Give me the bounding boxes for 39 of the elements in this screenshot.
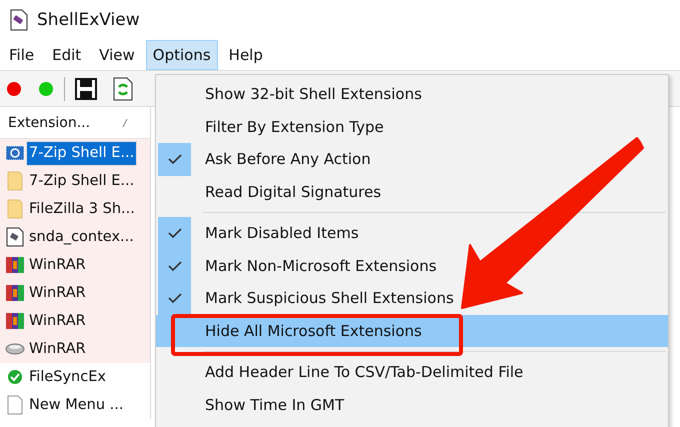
checkmark-icon bbox=[168, 292, 182, 304]
books-icon bbox=[5, 311, 25, 331]
menu-option[interactable]: Mark Suspicious Shell Extensions bbox=[156, 282, 668, 314]
sort-icon bbox=[122, 118, 128, 126]
books-icon bbox=[5, 283, 25, 303]
menu-option[interactable]: Read Digital Signatures bbox=[156, 176, 668, 208]
app-icon bbox=[10, 9, 28, 31]
component-icon bbox=[5, 143, 25, 163]
menu-item[interactable]: Edit bbox=[45, 40, 88, 70]
menu-option[interactable]: Ask Before Any Action bbox=[156, 143, 668, 176]
list-item[interactable]: New Menu ... bbox=[27, 394, 126, 416]
menu-item[interactable]: View bbox=[92, 40, 142, 70]
menu-item[interactable]: Options bbox=[146, 40, 218, 70]
stop-icon[interactable] bbox=[6, 80, 22, 96]
document-icon bbox=[5, 227, 25, 247]
file-icon bbox=[5, 171, 25, 191]
list-item[interactable]: FileSyncEx bbox=[27, 366, 108, 388]
file-icon bbox=[5, 199, 25, 219]
start-icon[interactable] bbox=[38, 80, 54, 96]
menu-option[interactable]: Show 32-bit Shell Extensions bbox=[156, 78, 668, 110]
menu-option[interactable]: Mark Non-Microsoft Extensions bbox=[156, 250, 668, 282]
menu-option[interactable]: Show Time In GMT bbox=[156, 388, 668, 421]
window-title: ShellExView bbox=[37, 10, 140, 30]
checkmark-icon bbox=[168, 227, 182, 240]
menu-option[interactable]: Mark Disabled Items bbox=[156, 217, 668, 250]
menu-option[interactable]: Filter By Extension Type bbox=[156, 110, 668, 143]
save-icon[interactable] bbox=[75, 78, 97, 100]
list-item[interactable]: 7-Zip Shell E... bbox=[27, 142, 136, 164]
menu-option[interactable]: Hide All Microsoft Extensions bbox=[156, 314, 668, 347]
menu-option[interactable]: Add Header Line To CSV/Tab-Delimited File bbox=[156, 356, 668, 388]
refresh-icon[interactable] bbox=[113, 76, 133, 100]
page-icon bbox=[5, 395, 25, 415]
column-header[interactable]: Extension... bbox=[8, 114, 90, 130]
menu-item[interactable]: File bbox=[2, 40, 42, 70]
check-circle-icon bbox=[5, 367, 25, 387]
menu-item[interactable]: Help bbox=[222, 40, 270, 70]
checkmark-icon bbox=[168, 153, 182, 166]
books-icon bbox=[5, 255, 25, 275]
checkmark-icon bbox=[168, 260, 182, 272]
